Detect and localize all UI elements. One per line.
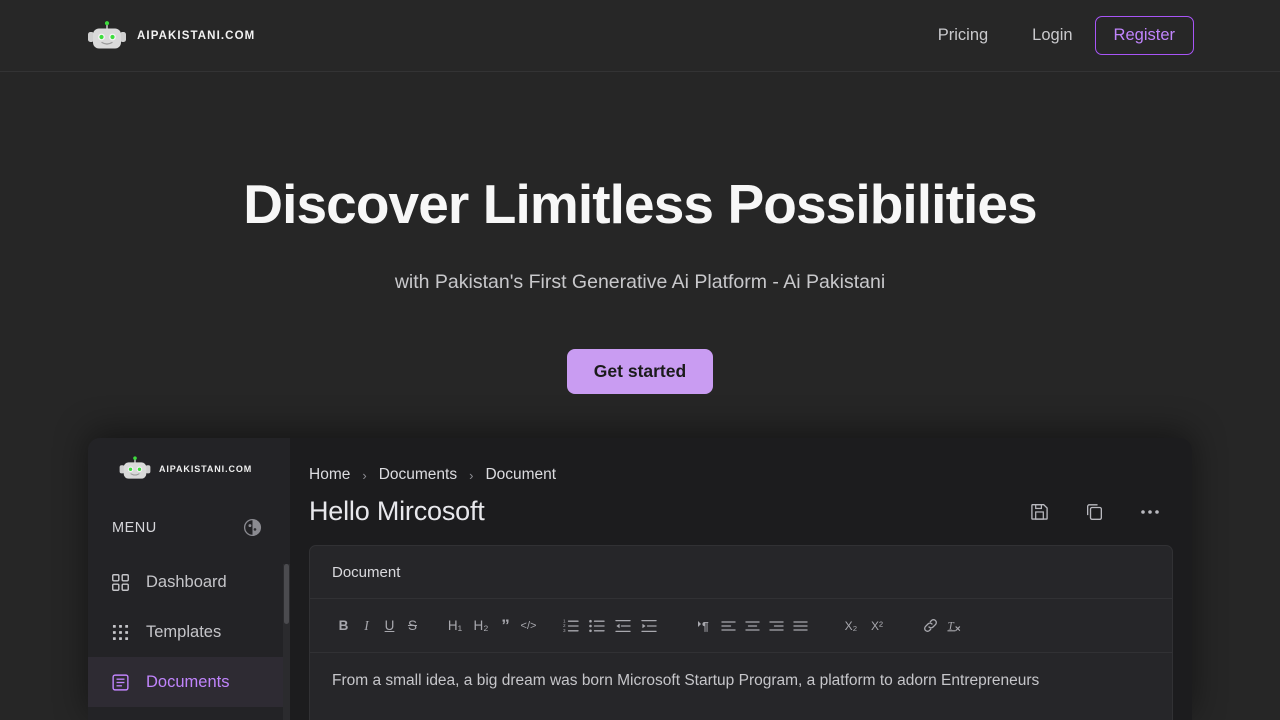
brand-text: AIPAKISTANI.COM	[137, 29, 256, 42]
sidebar-item-label: Documents	[146, 672, 230, 691]
outdent-button[interactable]	[610, 614, 636, 637]
sidebar-brand-text: AIPAKISTANI.COM	[159, 463, 253, 474]
editor-toolbar: B I U S H₁ H₂ ” </> 123 ¶ X₂ X² T	[310, 599, 1172, 653]
app-main-panel: Home › Documents › Document Hello Mircos…	[290, 438, 1192, 720]
indent-button[interactable]	[636, 614, 662, 637]
heading-1-button[interactable]: H₁	[442, 614, 468, 637]
link-icon[interactable]	[918, 614, 942, 637]
svg-text:3: 3	[563, 627, 566, 632]
sidebar-item-label: Dashboard	[146, 572, 227, 591]
breadcrumb-item-documents[interactable]: Documents	[379, 466, 457, 484]
align-center-button[interactable]	[740, 614, 764, 637]
hero-title: Discover Limitless Possibilities	[243, 173, 1037, 235]
app-sidebar: AIPAKISTANI.COM MENU Dashboard Templates…	[88, 438, 290, 720]
copy-icon[interactable]	[1085, 502, 1104, 521]
bullet-list-button[interactable]	[584, 614, 610, 637]
sidebar-scrollbar[interactable]	[283, 564, 290, 720]
breadcrumb-item-document[interactable]: Document	[485, 466, 556, 484]
editor-content[interactable]: From a small idea, a big dream was born …	[310, 653, 1172, 692]
bold-button[interactable]: B	[332, 614, 355, 637]
ordered-list-button[interactable]: 123	[558, 614, 584, 637]
chevron-right-icon: ›	[469, 467, 474, 483]
robot-logo-icon	[118, 456, 152, 481]
breadcrumb-item-home[interactable]: Home	[309, 466, 350, 484]
subscript-button[interactable]: X₂	[838, 614, 864, 637]
hero-section: Discover Limitless Possibilities with Pa…	[0, 72, 1280, 430]
strikethrough-button[interactable]: S	[401, 614, 424, 637]
sidebar-item-documents[interactable]: Documents	[88, 657, 290, 707]
sidebar-item-dashboard[interactable]: Dashboard	[88, 557, 290, 607]
text-direction-button[interactable]: ¶	[692, 614, 716, 637]
site-header: AIPAKISTANI.COM Pricing Login Register	[0, 0, 1280, 72]
hero-subtitle: with Pakistan's First Generative Ai Plat…	[394, 270, 886, 293]
svg-text:¶: ¶	[702, 619, 709, 633]
italic-button[interactable]: I	[355, 614, 378, 637]
document-header: Hello Mircosoft	[290, 484, 1192, 527]
breadcrumb: Home › Documents › Document	[290, 466, 1192, 484]
contrast-circle-icon[interactable]	[243, 518, 262, 537]
blockquote-button[interactable]: ”	[494, 614, 517, 637]
robot-logo-icon	[86, 20, 128, 51]
nav-link-login[interactable]: Login	[1010, 27, 1094, 44]
grid-9-dots-icon	[112, 624, 129, 641]
chevron-right-icon: ›	[362, 467, 367, 483]
get-started-button[interactable]: Get started	[566, 348, 714, 395]
align-right-button[interactable]	[764, 614, 788, 637]
document-editor: Document B I U S H₁ H₂ ” </> 123 ¶ X₂ X²…	[309, 545, 1173, 720]
superscript-button[interactable]: X²	[864, 614, 890, 637]
code-block-button[interactable]: </>	[517, 614, 540, 637]
sidebar-scrollbar-thumb[interactable]	[284, 564, 289, 624]
save-floppy-icon[interactable]	[1030, 502, 1049, 521]
grid-4-icon	[112, 573, 129, 591]
register-button[interactable]: Register	[1094, 16, 1194, 55]
editor-tab-document[interactable]: Document	[310, 546, 1172, 599]
align-left-button[interactable]	[716, 614, 740, 637]
clear-format-icon[interactable]: T	[942, 614, 966, 637]
sidebar-item-label: Templates	[146, 622, 222, 641]
heading-2-button[interactable]: H₂	[468, 614, 494, 637]
editor-tab-label: Document	[332, 563, 401, 581]
page-title: Hello Mircosoft	[309, 496, 485, 526]
nav-link-pricing[interactable]: Pricing	[916, 27, 1010, 44]
underline-button[interactable]: U	[378, 614, 401, 637]
sidebar-nav-list: Dashboard Templates Documents	[88, 557, 290, 707]
align-justify-button[interactable]	[788, 614, 812, 637]
sidebar-item-templates[interactable]: Templates	[88, 607, 290, 657]
document-lines-icon	[112, 673, 129, 691]
main-navigation: Pricing Login Register	[916, 16, 1194, 55]
sidebar-menu-header: MENU	[88, 481, 290, 537]
ellipsis-icon[interactable]	[1140, 509, 1160, 515]
document-actions	[1030, 502, 1160, 521]
sidebar-brand[interactable]: AIPAKISTANI.COM	[88, 438, 290, 481]
app-preview-window: AIPAKISTANI.COM MENU Dashboard Templates…	[88, 438, 1192, 720]
site-brand[interactable]: AIPAKISTANI.COM	[86, 20, 256, 51]
editor-paragraph: From a small idea, a big dream was born …	[332, 672, 1040, 689]
sidebar-menu-label: MENU	[112, 519, 157, 536]
